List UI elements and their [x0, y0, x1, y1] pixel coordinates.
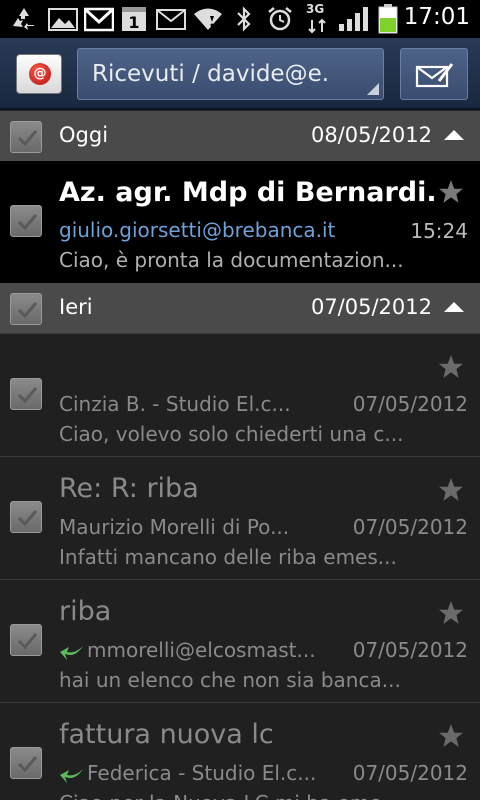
- status-bar: 1 3G 17:01: [0, 0, 480, 38]
- select-email-checkbox[interactable]: [10, 747, 42, 779]
- email-subject: Re: R: riba: [59, 473, 199, 504]
- mailbox-selector-label: Ricevuti / davide@e.: [92, 61, 330, 87]
- calendar-icon: 1: [122, 7, 146, 32]
- select-email-checkbox[interactable]: [10, 205, 42, 237]
- replied-arrow-icon: [60, 769, 83, 783]
- section-date: 08/05/2012: [310, 123, 432, 147]
- email-preview: Ciao per la Nuova LC mi ha eme...: [59, 791, 439, 800]
- check-icon: [17, 387, 38, 404]
- section-label: Ieri: [59, 295, 93, 319]
- check-icon: [17, 214, 38, 231]
- email-sender: Federica - Studio El.c...: [87, 761, 317, 785]
- check-icon: [17, 510, 38, 527]
- email-sender: mmorelli@elcosmast...: [87, 638, 316, 662]
- select-section-checkbox[interactable]: [10, 121, 42, 153]
- data-arrows-icon: [308, 18, 326, 34]
- email-sender: giulio.giorsetti@brebanca.it: [59, 218, 336, 242]
- replied-arrow-icon: [60, 646, 83, 660]
- star-icon[interactable]: [438, 477, 464, 503]
- email-time: 07/05/2012: [352, 638, 468, 662]
- section-header-yesterday[interactable]: Ieri 07/05/2012: [0, 283, 480, 333]
- select-email-checkbox[interactable]: [10, 624, 42, 656]
- email-time: 07/05/2012: [352, 761, 468, 785]
- email-preview: Ciao, volevo solo chiederti una c...: [59, 422, 404, 446]
- at-sign-icon: @: [29, 63, 51, 85]
- recycle-icon: [13, 8, 35, 30]
- battery-icon: [378, 4, 398, 34]
- email-time: 15:24: [410, 219, 468, 243]
- section-label: Oggi: [59, 123, 109, 147]
- compose-icon: [415, 63, 454, 88]
- email-time: 07/05/2012: [352, 392, 468, 416]
- email-row[interactable]: Cinzia B. - Studio El.c... 07/05/2012 Ci…: [0, 333, 480, 455]
- email-row[interactable]: riba mmorelli@elcosmast... 07/05/2012 ha…: [0, 579, 480, 701]
- check-icon: [17, 302, 38, 319]
- collapse-icon[interactable]: [444, 302, 464, 312]
- star-icon[interactable]: [438, 723, 464, 749]
- alarm-icon: [268, 7, 292, 31]
- email-preview: Infatti mancano delle riba emes...: [59, 545, 397, 569]
- wifi-icon: [194, 8, 222, 30]
- select-email-checkbox[interactable]: [10, 378, 42, 410]
- action-bar: @ Ricevuti / davide@e.: [0, 38, 480, 110]
- email-time: 07/05/2012: [352, 515, 468, 539]
- email-preview: hai un elenco che non sia banca...: [59, 668, 401, 692]
- email-row[interactable]: Re: R: riba Maurizio Morelli di Po... 07…: [0, 456, 480, 578]
- network-type: 3G: [306, 2, 325, 16]
- email-sender: Cinzia B. - Studio El.c...: [59, 392, 291, 416]
- mail-icon: [156, 9, 186, 30]
- section-header-today[interactable]: Oggi 08/05/2012: [0, 111, 480, 161]
- star-icon[interactable]: [438, 600, 464, 626]
- signal-icon: [339, 7, 368, 31]
- select-section-checkbox[interactable]: [10, 293, 42, 325]
- email-subject: riba: [59, 596, 112, 627]
- check-icon: [17, 633, 38, 650]
- section-date: 07/05/2012: [310, 295, 432, 319]
- check-icon: [17, 756, 38, 773]
- clock: 17:01: [403, 4, 470, 30]
- gmail-icon: [84, 7, 114, 32]
- select-email-checkbox[interactable]: [10, 501, 42, 533]
- star-icon[interactable]: [438, 354, 464, 380]
- collapse-icon[interactable]: [444, 130, 464, 140]
- email-sender: Maurizio Morelli di Po...: [59, 515, 290, 539]
- email-subject: Az. agr. Mdp di Bernardi...: [59, 177, 439, 208]
- email-app-icon[interactable]: @: [16, 54, 62, 94]
- calendar-day: 1: [128, 13, 139, 32]
- compose-button[interactable]: [400, 48, 468, 100]
- email-row[interactable]: Az. agr. Mdp di Bernardi... giulio.giors…: [0, 161, 480, 283]
- star-icon[interactable]: [438, 179, 464, 205]
- bluetooth-icon: [237, 6, 251, 32]
- dropdown-corner-icon: [367, 83, 379, 95]
- email-subject: fattura nuova lc: [59, 719, 274, 750]
- email-preview: Ciao, è pronta la documentazion...: [59, 248, 404, 272]
- mailbox-selector[interactable]: Ricevuti / davide@e.: [77, 48, 384, 100]
- check-icon: [17, 130, 38, 147]
- image-icon: [48, 8, 78, 31]
- email-row[interactable]: fattura nuova lc Federica - Studio El.c.…: [0, 702, 480, 800]
